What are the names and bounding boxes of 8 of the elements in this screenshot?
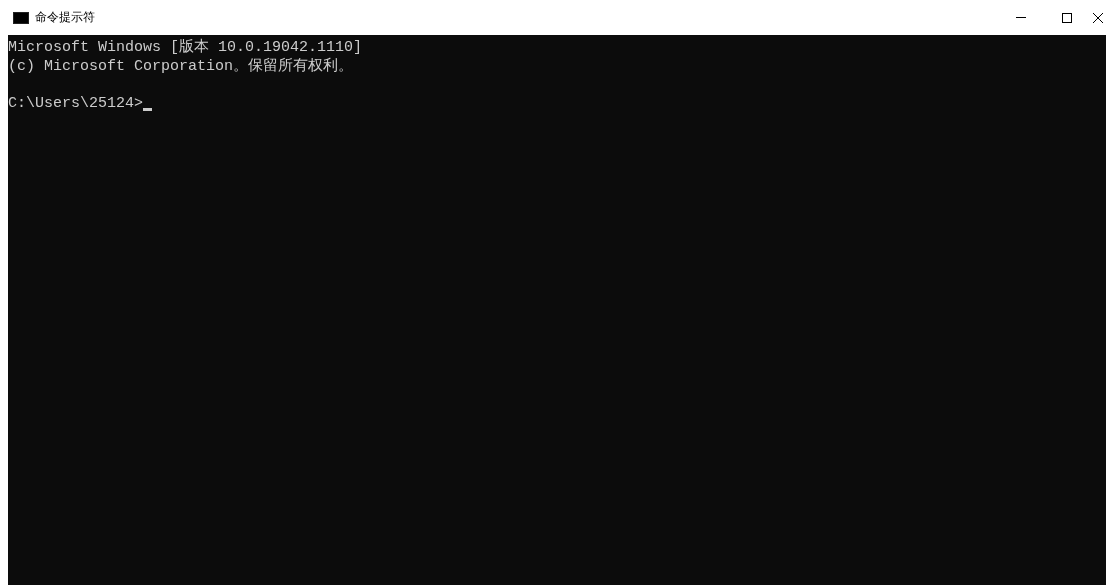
console-line: Microsoft Windows [版本 10.0.19042.1110] [8,38,363,57]
console-app-icon [13,11,29,24]
console-line: C:\Users\25124> [8,94,144,113]
window-title: 命令提示符 [35,9,95,26]
minimize-icon [1016,17,1026,18]
close-icon [1093,12,1103,23]
console-line: (c) Microsoft Corporation。保留所有权利。 [8,57,354,76]
maximize-icon [1062,12,1072,23]
